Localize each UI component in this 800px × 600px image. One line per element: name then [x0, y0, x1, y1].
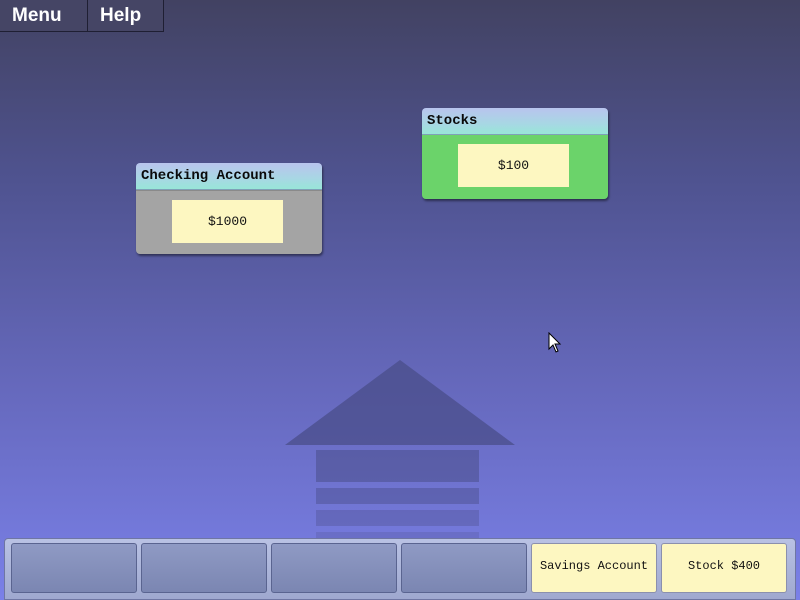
- mouse-pointer-icon: [548, 332, 562, 353]
- tray-item-stock[interactable]: Stock $400: [661, 543, 787, 593]
- stocks-body: $100: [422, 135, 608, 199]
- checking-account-balance: $1000: [172, 200, 283, 243]
- help-button[interactable]: Help: [88, 0, 164, 32]
- menu-button[interactable]: Menu: [0, 0, 88, 32]
- stocks-card[interactable]: Stocks $100: [422, 108, 608, 199]
- stocks-balance: $100: [458, 144, 569, 187]
- inventory-tray: Savings Account Stock $400: [4, 538, 796, 600]
- stocks-title: Stocks: [422, 108, 608, 135]
- tray-slot-empty[interactable]: [141, 543, 267, 593]
- menubar: Menu Help: [0, 0, 164, 33]
- tray-slot-empty[interactable]: [401, 543, 527, 593]
- checking-account-card[interactable]: Checking Account $1000: [136, 163, 322, 254]
- tray-slot-empty[interactable]: [11, 543, 137, 593]
- checking-account-title: Checking Account: [136, 163, 322, 190]
- bank-building-icon: [285, 360, 515, 540]
- tray-slot-empty[interactable]: [271, 543, 397, 593]
- checking-account-body: $1000: [136, 190, 322, 254]
- tray-item-savings-account[interactable]: Savings Account: [531, 543, 657, 593]
